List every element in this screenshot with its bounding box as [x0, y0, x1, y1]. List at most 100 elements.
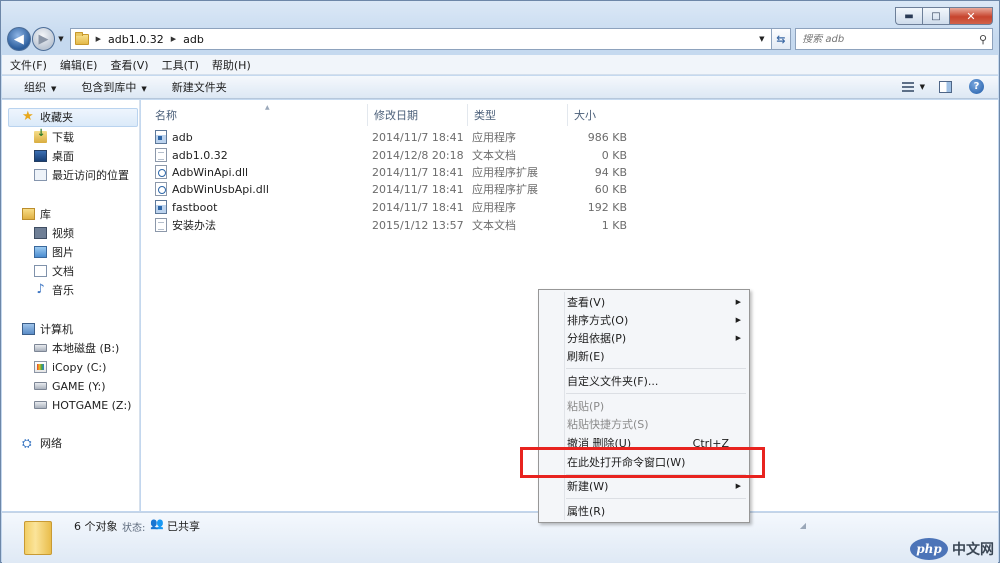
document-icon — [34, 265, 47, 277]
file-row[interactable]: adb1.0.32 2014/12/8 20:18 文本文档 0 KB — [155, 146, 635, 164]
breadcrumb-adb1032[interactable]: adb1.0.32 — [108, 33, 164, 46]
context-menu: 查看(V) ▶ 排序方式(O) ▶ 分组依据(P) ▶ 刷新(E) 自定义文件夹(F)… — [538, 289, 750, 523]
highlight-annotation — [520, 447, 765, 478]
object-count: 6 个对象 — [74, 520, 118, 533]
menu-item-refresh[interactable]: 刷新(E) — [567, 347, 743, 365]
watermark: php 中文网 — [910, 538, 994, 560]
php-logo: php — [910, 538, 948, 560]
menu-item-paste-shortcut[interactable]: 粘贴快捷方式(S) — [567, 415, 743, 433]
nav-videos[interactable]: 视频 — [34, 224, 74, 242]
drive-icon — [34, 344, 47, 352]
windows-drive-icon — [34, 361, 47, 373]
resize-grip-icon[interactable]: ◢ — [800, 521, 806, 530]
drive-icon — [34, 382, 47, 390]
breadcrumb-arrow-icon[interactable]: ▶ — [171, 35, 176, 43]
help-icon[interactable]: ? — [969, 79, 984, 94]
nav-downloads[interactable]: 下载 — [34, 128, 74, 146]
exe-icon — [155, 130, 167, 144]
file-row[interactable]: 安装办法 2015/1/12 13:57 文本文档 1 KB — [155, 216, 635, 234]
address-dropdown-icon[interactable]: ▼ — [759, 35, 764, 43]
menu-tools[interactable]: 工具(T) — [162, 57, 199, 73]
explorer-window: ▬ □ ✕ ◀ ▶ ▼ ▶ adb1.0.32 ▶ adb ▼ ⇆ ⚲ 文件(F… — [0, 0, 1000, 563]
refresh-button[interactable]: ⇆ — [771, 28, 792, 50]
file-row[interactable]: AdbWinApi.dll 2014/11/7 18:41 应用程序扩展 94 KB — [155, 163, 635, 181]
views-chevron-icon[interactable]: ▼ — [920, 83, 925, 91]
search-box[interactable]: ⚲ — [795, 28, 993, 50]
menu-bar: 文件(F) 编辑(E) 查看(V) 工具(T) 帮助(H) — [2, 55, 998, 75]
nav-desktop[interactable]: 桌面 — [34, 147, 74, 165]
search-icon[interactable]: ⚲ — [979, 33, 987, 46]
menu-help[interactable]: 帮助(H) — [212, 57, 251, 73]
nav-drive-y[interactable]: GAME (Y:) — [34, 377, 106, 395]
organize-button[interactable]: 组织 ▼ — [24, 79, 56, 95]
nav-drive-b[interactable]: 本地磁盘 (B:) — [34, 339, 119, 357]
nav-computer[interactable]: 计算机 — [22, 320, 73, 338]
breadcrumb-adb[interactable]: adb — [183, 33, 204, 46]
new-folder-button[interactable]: 新建文件夹 — [172, 79, 227, 95]
preview-pane-icon[interactable] — [939, 80, 952, 93]
column-size[interactable]: 大小 — [567, 104, 633, 126]
file-row[interactable]: fastboot 2014/11/7 18:41 应用程序 192 KB — [155, 198, 635, 216]
views-icon[interactable] — [901, 81, 914, 92]
computer-icon — [22, 323, 35, 335]
nav-favorites[interactable]: ★ 收藏夹 — [22, 108, 73, 126]
drive-icon — [34, 401, 47, 409]
recent-pages-chevron-icon[interactable]: ▼ — [58, 35, 63, 43]
nav-pictures[interactable]: 图片 — [34, 243, 74, 261]
menu-item-paste[interactable]: 粘贴(P) — [567, 397, 743, 415]
menu-item-sort[interactable]: 排序方式(O) ▶ — [567, 311, 743, 329]
file-row[interactable]: adb 2014/11/7 18:41 应用程序 986 KB — [155, 128, 635, 146]
maximize-button[interactable]: □ — [922, 7, 949, 25]
library-icon — [22, 208, 35, 220]
column-date[interactable]: 修改日期 — [367, 104, 467, 126]
close-button[interactable]: ✕ — [949, 7, 993, 25]
search-input[interactable] — [802, 33, 979, 45]
folder-icon — [24, 521, 52, 555]
sort-ascending-icon: ▲ — [265, 104, 270, 111]
command-bar: 组织 ▼ 包含到库中 ▼ 新建文件夹 ▼ ? — [2, 76, 998, 99]
share-status: 已共享 — [167, 520, 200, 533]
minimize-button[interactable]: ▬ — [895, 7, 922, 25]
submenu-arrow-icon: ▶ — [735, 316, 741, 324]
menu-item-new[interactable]: 新建(W) ▶ — [567, 477, 743, 495]
address-bar[interactable]: ▶ adb1.0.32 ▶ adb ▼ — [69, 28, 772, 50]
menu-separator — [566, 498, 746, 499]
text-file-icon — [155, 148, 167, 162]
dll-icon — [155, 182, 167, 196]
nav-network[interactable]: ⛭ 网络 — [22, 434, 62, 452]
column-type[interactable]: 类型 — [467, 104, 567, 126]
menu-view[interactable]: 查看(V) — [110, 57, 148, 73]
caption-buttons: ▬ □ ✕ — [895, 7, 993, 25]
back-button[interactable]: ◀ — [7, 27, 31, 51]
forward-button[interactable]: ▶ — [31, 27, 56, 51]
folder-icon — [74, 31, 89, 45]
video-icon — [34, 227, 47, 239]
details-pane: 6 个对象 状态: 👥 已共享 ◢ — [2, 512, 998, 563]
dll-icon — [155, 165, 167, 179]
menu-item-properties[interactable]: 属性(R) — [567, 502, 743, 520]
include-in-library-button[interactable]: 包含到库中 ▼ — [81, 79, 146, 95]
submenu-arrow-icon: ▶ — [735, 298, 741, 306]
nav-drive-c[interactable]: iCopy (C:) — [34, 358, 106, 376]
submenu-arrow-icon: ▶ — [735, 334, 741, 342]
star-icon: ★ — [22, 109, 34, 124]
menu-item-view[interactable]: 查看(V) ▶ — [567, 293, 743, 311]
nav-recent-places[interactable]: 最近访问的位置 — [34, 166, 129, 184]
music-icon: ♪ — [36, 282, 45, 297]
chevron-down-icon: ▼ — [141, 85, 147, 93]
nav-drive-z[interactable]: HOTGAME (Z:) — [34, 396, 131, 414]
submenu-arrow-icon: ▶ — [735, 482, 741, 490]
nav-libraries[interactable]: 库 — [22, 205, 51, 223]
nav-music[interactable]: ♪ 音乐 — [34, 281, 74, 299]
nav-documents[interactable]: 文档 — [34, 262, 74, 280]
menu-item-customize-folder[interactable]: 自定义文件夹(F)... — [567, 372, 743, 390]
menu-file[interactable]: 文件(F) — [10, 57, 47, 73]
network-icon: ⛭ — [22, 436, 32, 450]
file-row[interactable]: AdbWinUsbApi.dll 2014/11/7 18:41 应用程序扩展 60 … — [155, 180, 635, 198]
menu-item-group[interactable]: 分组依据(P) ▶ — [567, 329, 743, 347]
menu-edit[interactable]: 编辑(E) — [60, 57, 98, 73]
navigation-row: ◀ ▶ ▼ ▶ adb1.0.32 ▶ adb ▼ ⇆ ⚲ — [7, 27, 993, 51]
column-name[interactable]: ▲ 名称 — [149, 104, 371, 126]
recent-places-icon — [34, 169, 47, 181]
breadcrumb-arrow-icon[interactable]: ▶ — [96, 35, 101, 43]
